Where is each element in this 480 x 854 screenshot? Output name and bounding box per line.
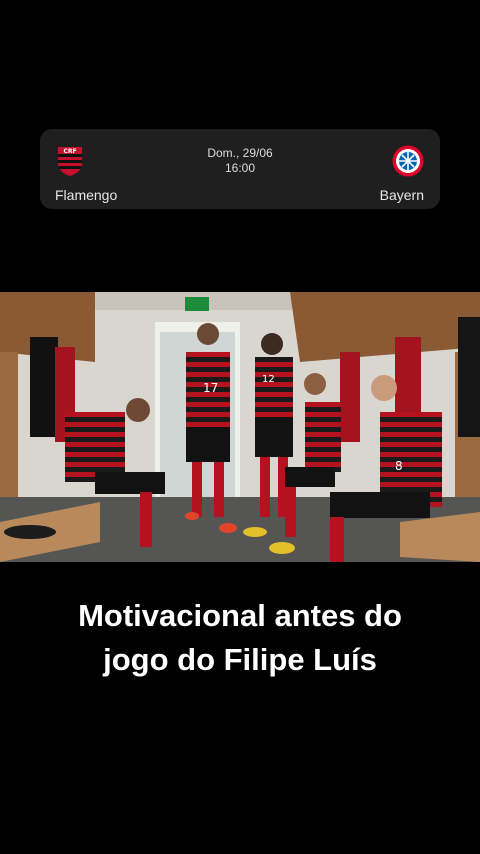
video-caption: Motivacional antes do jogo do Filipe Luí… <box>0 594 480 682</box>
caption-line-1: Motivacional antes do <box>78 598 402 633</box>
match-time: 16:00 <box>224 161 256 175</box>
svg-text:8: 8 <box>395 459 403 473</box>
emergency-exit-icon <box>185 297 209 311</box>
video-frame[interactable]: 17 12 8 <box>0 292 480 562</box>
svg-text:12: 12 <box>262 374 275 385</box>
svg-text:17: 17 <box>203 381 218 395</box>
match-date: Dom., 29/06 <box>207 146 273 160</box>
match-card[interactable]: CRF Dom., 29/06 16:00 Flamengo Bayern <box>40 129 440 209</box>
caption-line-2: jogo do Filipe Luís <box>103 642 377 677</box>
bayern-munchen-crest-icon <box>392 145 424 177</box>
home-team-name: Flamengo <box>55 187 118 203</box>
away-team-name: Bayern <box>379 187 424 203</box>
